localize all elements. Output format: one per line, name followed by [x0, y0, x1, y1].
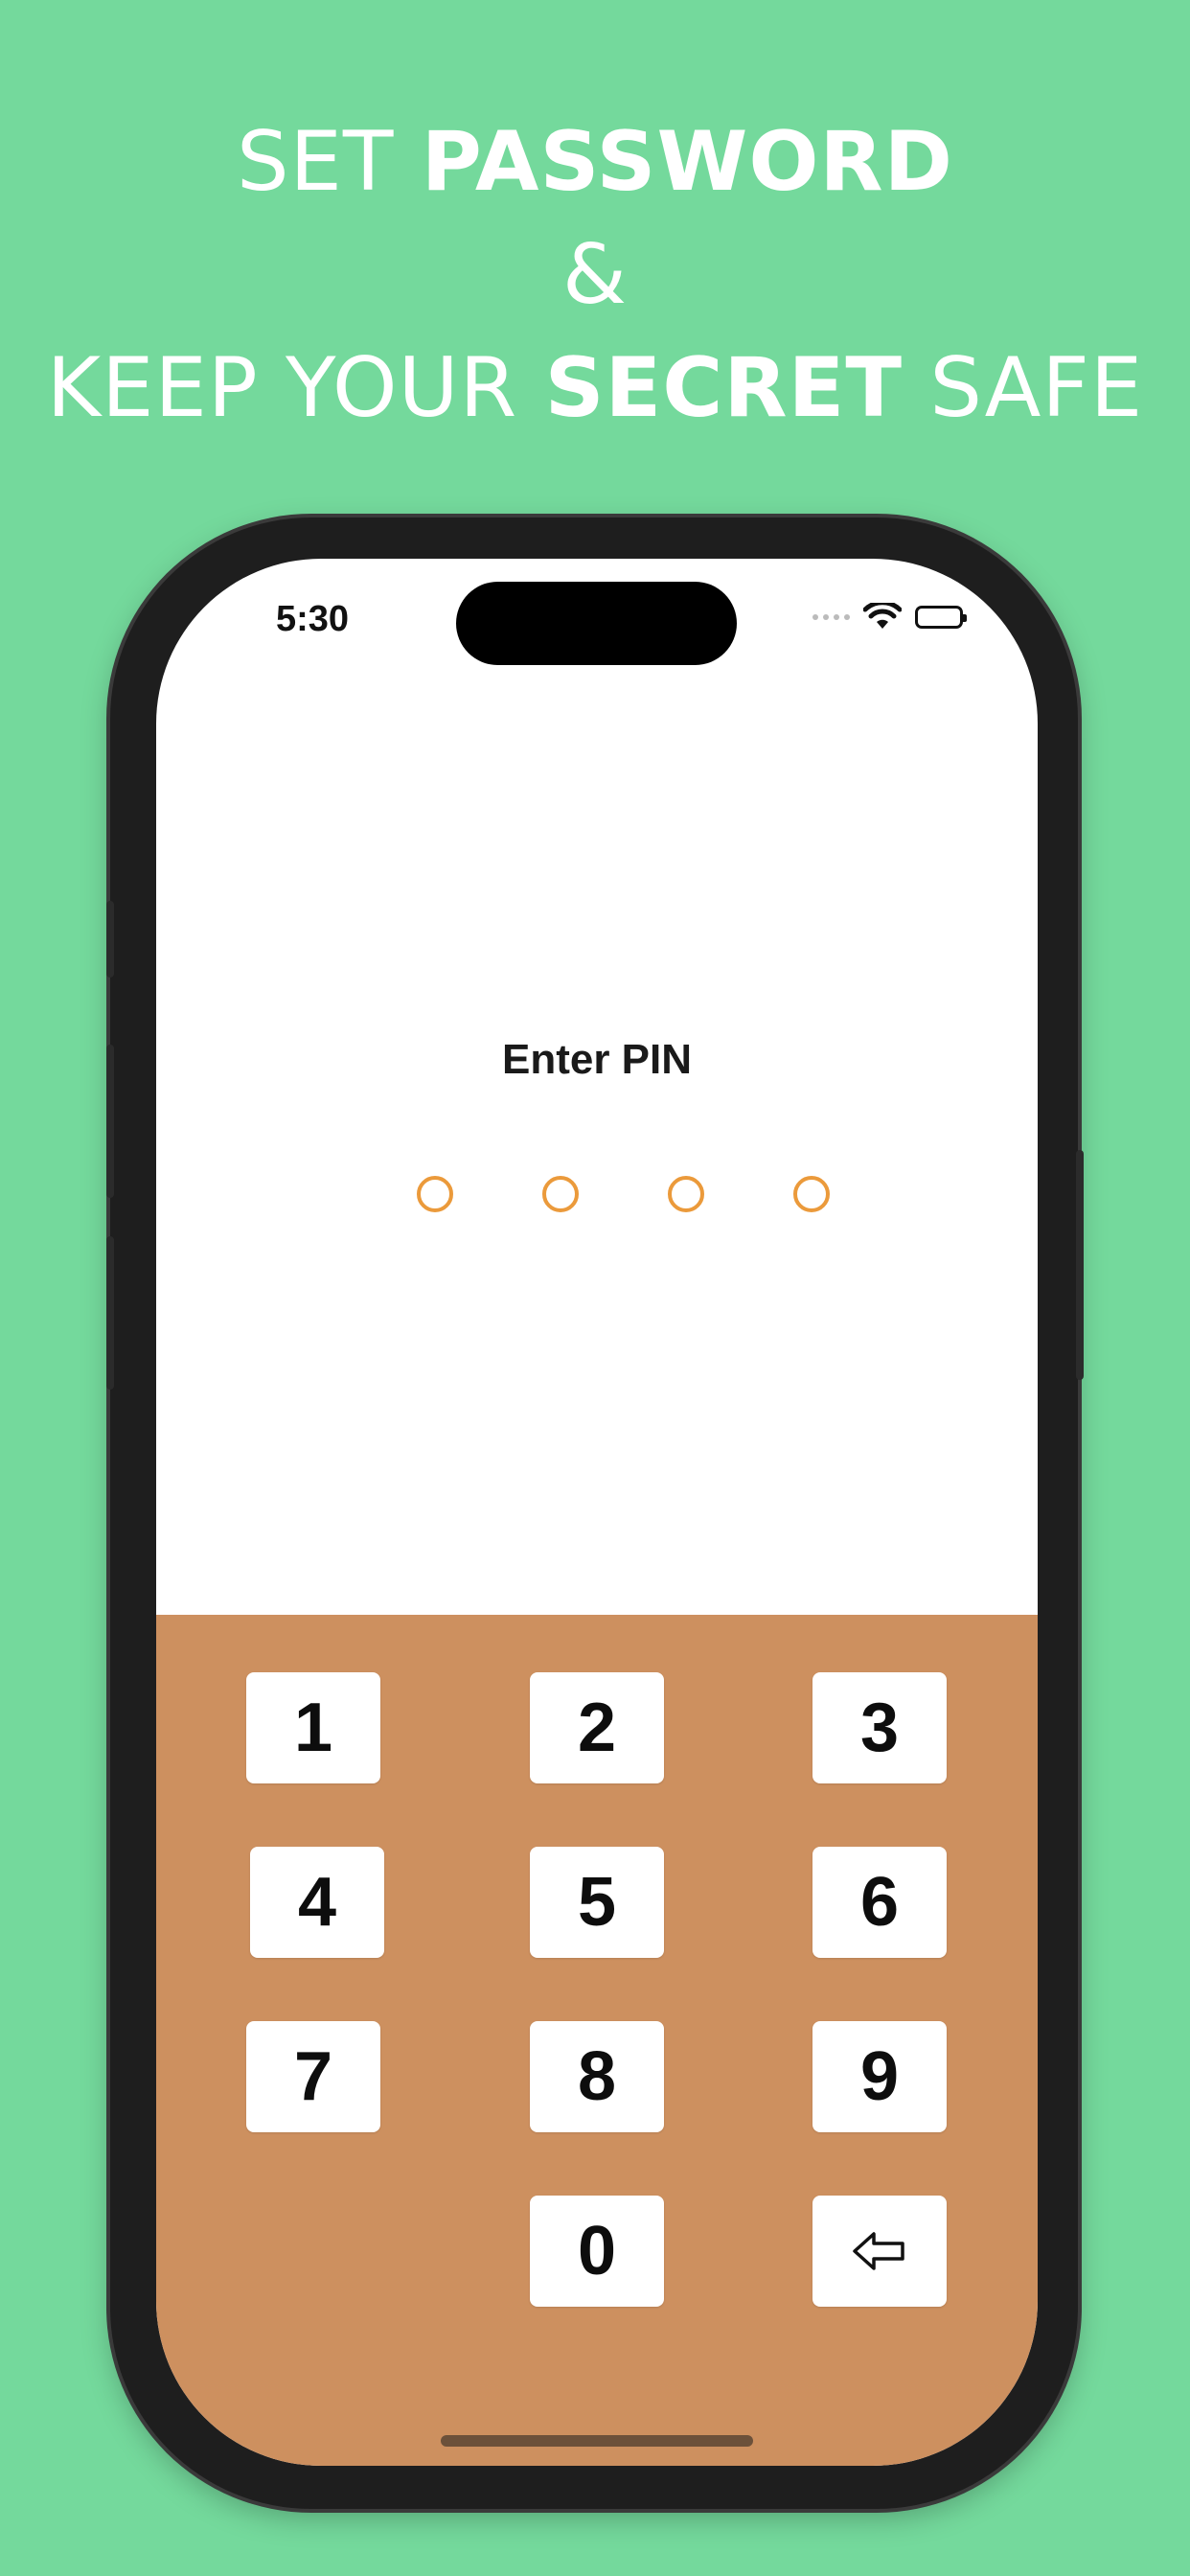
key-4[interactable]: 4	[250, 1847, 384, 1958]
pin-dot	[417, 1176, 453, 1212]
pin-dot	[793, 1176, 830, 1212]
backspace-button[interactable]	[812, 2196, 947, 2307]
key-8[interactable]: 8	[530, 2021, 664, 2132]
key-9[interactable]: 9	[812, 2021, 947, 2132]
key-6[interactable]: 6	[812, 1847, 947, 1958]
headline: SET PASSWORD & KEEP YOUR SECRET SAFE	[0, 105, 1190, 445]
enter-pin-title: Enter PIN	[501, 1036, 693, 1083]
side-button-volume-up	[106, 1045, 114, 1198]
battery-icon	[915, 606, 967, 629]
key-5[interactable]: 5	[530, 1847, 664, 1958]
status-time: 5:30	[276, 599, 350, 639]
pin-dot	[668, 1176, 704, 1212]
pin-dot	[542, 1176, 579, 1212]
pin-indicator	[156, 1176, 1038, 1214]
key-2[interactable]: 2	[530, 1672, 664, 1783]
home-indicator[interactable]	[441, 2435, 753, 2447]
keypad: 1 2 3 4 5 6 7 8 9 0	[156, 1615, 1038, 2466]
side-button-action	[106, 901, 114, 978]
headline-line-2: &	[561, 227, 629, 323]
dynamic-island	[456, 582, 737, 665]
key-3[interactable]: 3	[812, 1672, 947, 1783]
headline-line-1: SET PASSWORD	[236, 114, 954, 210]
signal-dots-icon	[812, 614, 850, 620]
key-0[interactable]: 0	[530, 2196, 664, 2307]
headline-line-3: KEEP YOUR SECRET SAFE	[46, 340, 1144, 436]
side-button-volume-down	[106, 1236, 114, 1390]
wifi-icon	[863, 603, 902, 629]
key-7[interactable]: 7	[246, 2021, 380, 2132]
key-1[interactable]: 1	[246, 1672, 380, 1783]
phone-screen: 5:30 Enter PIN 1 2 3 4 5 6 7 8 9 0	[156, 559, 1038, 2466]
side-button-power	[1076, 1150, 1084, 1380]
status-icons	[812, 603, 967, 632]
backspace-arrow-icon	[853, 2232, 904, 2270]
